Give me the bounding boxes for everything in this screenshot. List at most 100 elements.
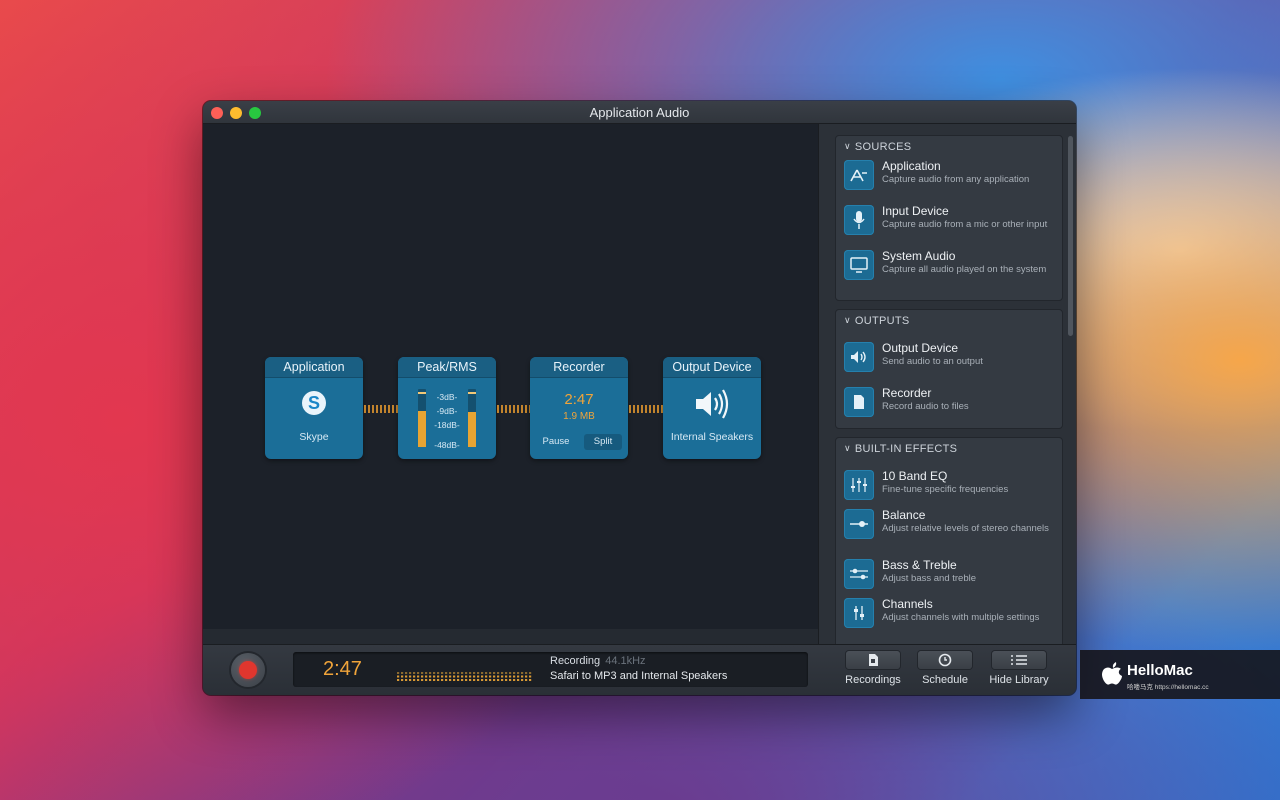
meter-segment — [521, 679, 524, 681]
meter-segment — [477, 675, 480, 678]
hellomac-watermark: HelloMac 哈喽马克 https://hellomac.cc — [1080, 650, 1280, 699]
hide-library-button[interactable]: Hide Library — [986, 651, 1052, 691]
source-item-system-audio[interactable]: System Audio Capture all audio played on… — [836, 248, 1062, 293]
microphone-icon — [844, 205, 874, 235]
meter-segment — [493, 672, 496, 674]
db-label: -48dB- — [434, 440, 460, 450]
bass-treble-icon — [844, 559, 874, 589]
library-panel: ∨ SOURCES Application Capture audio from … — [818, 124, 1076, 644]
tool-label: Schedule — [922, 674, 968, 686]
output-item-output-device[interactable]: Output Device Send audio to an output — [836, 340, 1062, 385]
block-title: Output Device — [663, 357, 761, 378]
meter-segment — [413, 672, 416, 674]
meter-segment — [489, 672, 492, 674]
record-button[interactable] — [231, 653, 265, 687]
meter-segment — [509, 679, 512, 681]
meter-segment — [505, 675, 508, 678]
application-source-block[interactable]: Application S Skype — [265, 357, 363, 459]
meter-segment — [397, 675, 400, 678]
meter-segment — [493, 679, 496, 681]
db-label: -9dB- — [436, 406, 458, 416]
effect-item-balance[interactable]: Balance Adjust relative levels of stereo… — [836, 507, 1062, 557]
flow-connector — [364, 405, 398, 413]
sources-header[interactable]: ∨ SOURCES — [836, 136, 1062, 158]
meter-segment — [449, 679, 452, 681]
item-title: System Audio — [882, 249, 956, 263]
meter-segment — [405, 672, 408, 674]
block-caption: Internal Speakers — [670, 431, 754, 443]
meter-segment — [397, 679, 400, 681]
file-icon — [844, 387, 874, 417]
meter-segment — [525, 675, 528, 678]
output-device-block[interactable]: Output Device Internal Speakers — [663, 357, 761, 459]
title-bar[interactable]: Application Audio — [203, 101, 1076, 124]
meter-segment — [405, 675, 408, 678]
peak-rms-block[interactable]: Peak/RMS -3dB- -9dB- -18dB- -48dB- — [398, 357, 496, 459]
meter-segment — [409, 672, 412, 674]
meter-segment — [457, 679, 460, 681]
meter-segment — [445, 675, 448, 678]
meter-segment — [489, 675, 492, 678]
meter-segment — [469, 675, 472, 678]
audio-flow-canvas[interactable]: Application S Skype Peak/RMS -3dB- -9dB-… — [203, 124, 818, 629]
meter-segment — [485, 675, 488, 678]
sources-section: ∨ SOURCES Application Capture audio from … — [835, 135, 1063, 301]
recorder-block[interactable]: Recorder 2:47 1.9 MB Pause Split — [530, 357, 628, 459]
item-description: Capture audio from a mic or other input — [882, 219, 1048, 230]
effects-header[interactable]: ∨ BUILT-IN EFFECTS — [836, 438, 1062, 460]
meter-segment — [513, 672, 516, 674]
status-display: 2:47 Recording 44.1kHz Safari to MP3 and… — [293, 652, 808, 687]
effects-section: ∨ BUILT-IN EFFECTS 10 Band EQ Fine-tune s… — [835, 437, 1063, 644]
meter-segment — [425, 675, 428, 678]
meter-segment — [453, 675, 456, 678]
meter-segment — [521, 675, 524, 678]
item-title: Input Device — [882, 204, 949, 218]
meter-segment — [445, 672, 448, 674]
meter-segment — [433, 672, 436, 674]
item-title: 10 Band EQ — [882, 469, 948, 483]
meter-segment — [473, 672, 476, 674]
meter-segment — [441, 675, 444, 678]
meter-segment — [473, 679, 476, 681]
library-scrollbar[interactable] — [1068, 136, 1073, 336]
meter-segment — [429, 672, 432, 674]
meter-segment — [437, 679, 440, 681]
meter-segment — [397, 672, 400, 674]
recordings-button[interactable]: Recordings — [843, 651, 903, 691]
channels-icon — [844, 598, 874, 628]
meter-segment — [469, 672, 472, 674]
effect-item-10-band-eq[interactable]: 10 Band EQ Fine-tune specific frequencie… — [836, 468, 1062, 507]
record-icon — [239, 661, 257, 679]
flow-connector — [629, 405, 663, 413]
source-item-input-device[interactable]: Input Device Capture audio from a mic or… — [836, 203, 1062, 248]
output-item-recorder[interactable]: Recorder Record audio to files — [836, 385, 1062, 430]
speaker-icon — [696, 389, 729, 419]
item-title: Balance — [882, 508, 926, 522]
recordings-icon — [846, 651, 900, 669]
item-title: Bass & Treble — [882, 558, 957, 572]
meter-segment — [421, 672, 424, 674]
pause-button[interactable]: Pause — [536, 434, 576, 450]
meter-segment — [409, 675, 412, 678]
app-window: Application Audio Application S Skype Pe… — [203, 101, 1076, 695]
meter-segment — [417, 679, 420, 681]
meter-segment — [429, 679, 432, 681]
db-label: -18dB- — [434, 420, 460, 430]
split-button[interactable]: Split — [584, 434, 622, 450]
meter-segment — [485, 679, 488, 681]
outputs-section: ∨ OUTPUTS Output Device Send audio to an … — [835, 309, 1063, 429]
chevron-down-icon: ∨ — [844, 443, 851, 453]
schedule-button[interactable]: Schedule — [916, 651, 974, 691]
meter-segment — [509, 675, 512, 678]
outputs-header[interactable]: ∨ OUTPUTS — [836, 310, 1062, 332]
section-title: OUTPUTS — [854, 315, 910, 327]
meter-segment — [505, 679, 508, 681]
effect-item-channels[interactable]: Channels Adjust channels with multiple s… — [836, 596, 1062, 636]
meter-segment — [525, 679, 528, 681]
source-item-application[interactable]: Application Capture audio from any appli… — [836, 158, 1062, 203]
meter-segment — [513, 675, 516, 678]
meter-segment — [529, 672, 532, 674]
recording-status: Recording 44.1kHz — [550, 655, 646, 667]
meter-segment — [405, 679, 408, 681]
effect-item-bass-treble[interactable]: Bass & Treble Adjust bass and treble — [836, 557, 1062, 596]
